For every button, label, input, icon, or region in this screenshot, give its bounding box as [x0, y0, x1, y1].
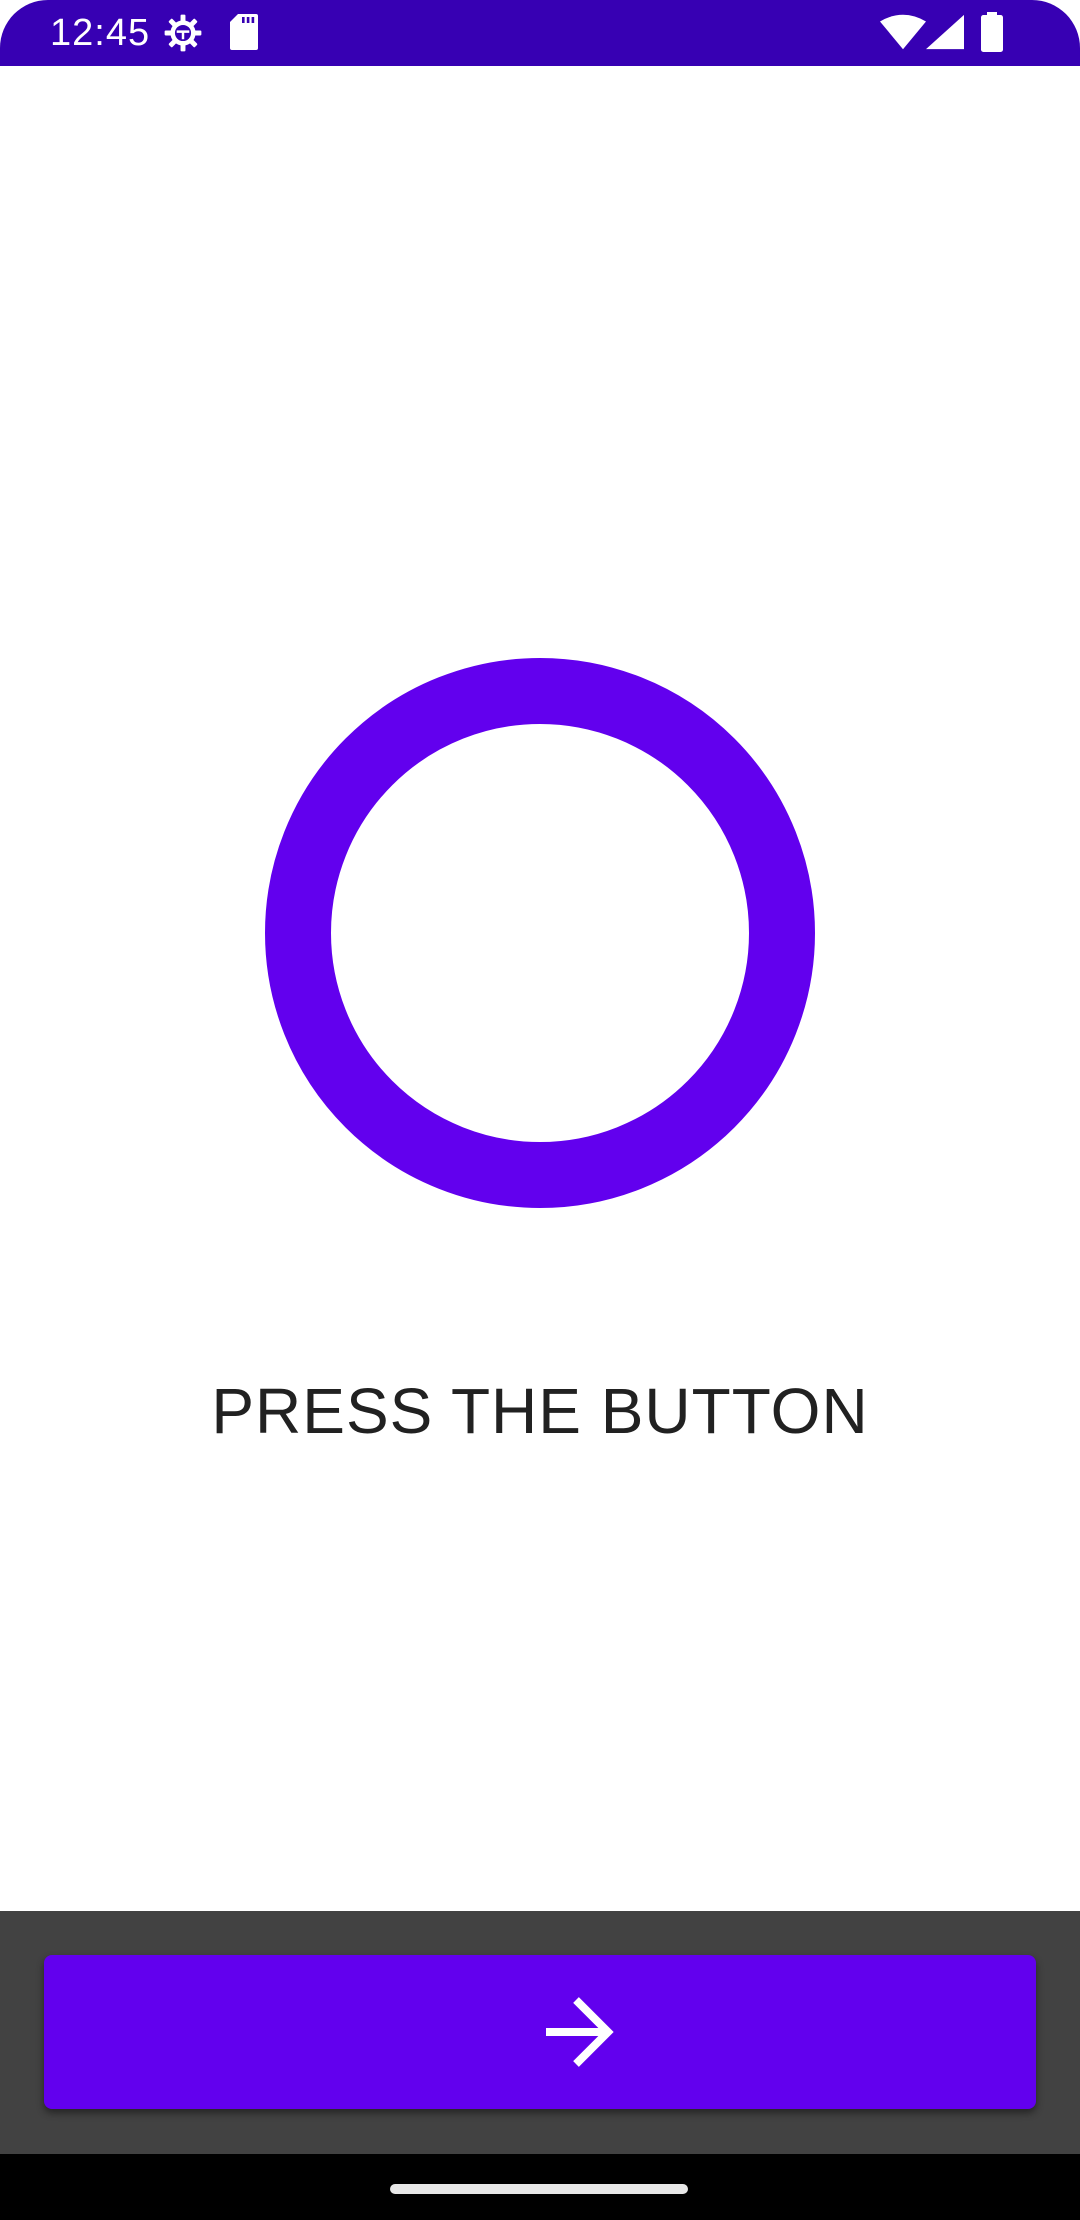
prompt-text: PRESS THE BUTTON [211, 1375, 869, 1447]
ring-indicator [265, 658, 815, 1208]
wifi-icon [880, 14, 926, 50]
battery-icon [981, 12, 1003, 52]
arrow-right-icon [546, 1997, 614, 2067]
status-bar: 12:45 [0, 0, 1080, 66]
navigation-bar [0, 2154, 1080, 2220]
cell-signal-icon [926, 14, 964, 50]
home-handle[interactable] [390, 2184, 688, 2194]
bottom-panel [0, 1911, 1080, 2154]
sd-card-icon [230, 14, 258, 50]
next-button[interactable] [44, 1955, 1036, 2109]
status-time: 12:45 [50, 12, 151, 54]
gear-icon [164, 14, 202, 52]
main-content: PRESS THE BUTTON [0, 66, 1080, 1911]
